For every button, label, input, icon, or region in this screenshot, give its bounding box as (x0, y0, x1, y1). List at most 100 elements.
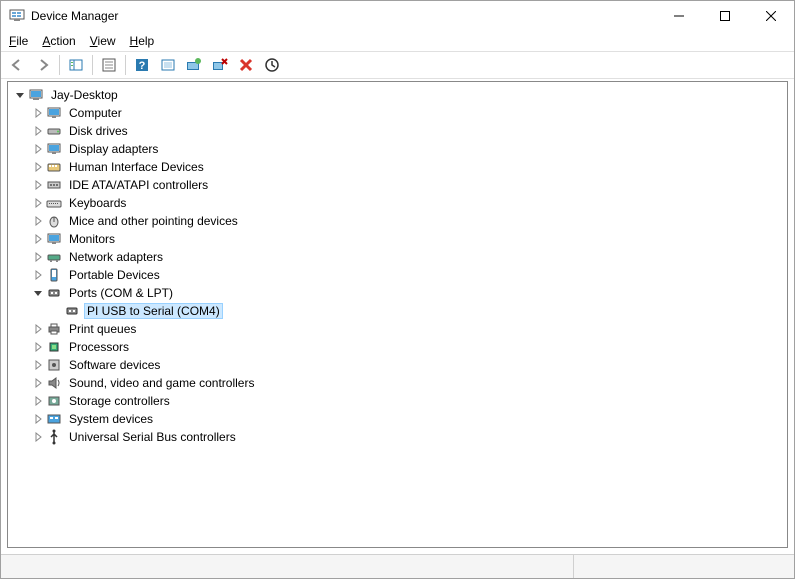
tree-category-6[interactable]: Mice and other pointing devices (8, 212, 787, 230)
minimize-button[interactable] (656, 1, 702, 31)
expand-arrow[interactable] (30, 393, 46, 409)
help-button[interactable]: ? (130, 53, 154, 77)
tree-item-label: Storage controllers (66, 393, 173, 409)
mouse-icon (46, 213, 62, 229)
expand-arrow[interactable] (12, 87, 28, 103)
menu-action[interactable]: Action (42, 34, 75, 48)
tree-root[interactable]: Jay-Desktop (8, 86, 787, 104)
tree-item-label: Disk drives (66, 123, 131, 139)
menu-file-rest: ile (16, 34, 28, 48)
cpu-icon (46, 339, 62, 355)
tree-category-12[interactable]: Processors (8, 338, 787, 356)
port-icon (46, 285, 62, 301)
tree-item-label: Human Interface Devices (66, 159, 207, 175)
monitor-icon (46, 141, 62, 157)
window-title: Device Manager (31, 9, 656, 23)
expand-arrow[interactable] (30, 429, 46, 445)
tree-category-3[interactable]: Human Interface Devices (8, 158, 787, 176)
expand-arrow[interactable] (30, 213, 46, 229)
device-tree[interactable]: Jay-DesktopComputerDisk drivesDisplay ad… (7, 81, 788, 548)
window-controls (656, 1, 794, 31)
expand-arrow[interactable] (30, 249, 46, 265)
tree-item-label: Mice and other pointing devices (66, 213, 241, 229)
tree-category-7[interactable]: Monitors (8, 230, 787, 248)
svg-text:?: ? (139, 60, 146, 72)
statusbar-pane-1 (1, 555, 574, 578)
tree-category-16[interactable]: System devices (8, 410, 787, 428)
menu-file[interactable]: File (9, 34, 28, 48)
expand-arrow[interactable] (30, 159, 46, 175)
expand-arrow (48, 303, 64, 319)
update-driver-button[interactable] (182, 53, 206, 77)
tree-item-label: System devices (66, 411, 156, 427)
tree-item-label: Ports (COM & LPT) (66, 285, 176, 301)
maximize-button[interactable] (702, 1, 748, 31)
tree-item-label: Software devices (66, 357, 163, 373)
usb-icon (46, 429, 62, 445)
uninstall-device-button[interactable] (208, 53, 232, 77)
tree-item-label: Network adapters (66, 249, 166, 265)
tree-category-15[interactable]: Storage controllers (8, 392, 787, 410)
tree-category-14[interactable]: Sound, video and game controllers (8, 374, 787, 392)
tree-device-10-0[interactable]: PI USB to Serial (COM4) (8, 302, 787, 320)
tree-item-label: Processors (66, 339, 132, 355)
expand-arrow[interactable] (30, 123, 46, 139)
toolbar: ? (1, 51, 794, 79)
keyboard-icon (46, 195, 62, 211)
tree-category-10[interactable]: Ports (COM & LPT) (8, 284, 787, 302)
expand-arrow[interactable] (30, 105, 46, 121)
expand-arrow[interactable] (30, 177, 46, 193)
expand-arrow[interactable] (30, 195, 46, 211)
menu-help[interactable]: Help (130, 34, 155, 48)
titlebar: Device Manager (1, 1, 794, 31)
expand-arrow[interactable] (30, 411, 46, 427)
disk-icon (46, 123, 62, 139)
menu-view[interactable]: View (90, 34, 116, 48)
storage-icon (46, 393, 62, 409)
tree-category-17[interactable]: Universal Serial Bus controllers (8, 428, 787, 446)
expand-arrow[interactable] (30, 375, 46, 391)
forward-button[interactable] (31, 53, 55, 77)
software-icon (46, 357, 62, 373)
tree-category-9[interactable]: Portable Devices (8, 266, 787, 284)
tree-item-label: Jay-Desktop (48, 87, 121, 103)
printer-icon (46, 321, 62, 337)
tree-category-4[interactable]: IDE ATA/ATAPI controllers (8, 176, 787, 194)
system-icon (46, 411, 62, 427)
tree-item-label: Universal Serial Bus controllers (66, 429, 239, 445)
show-hide-tree-button[interactable] (64, 53, 88, 77)
tree-category-13[interactable]: Software devices (8, 356, 787, 374)
expand-arrow[interactable] (30, 321, 46, 337)
expand-arrow[interactable] (30, 267, 46, 283)
tree-category-8[interactable]: Network adapters (8, 248, 787, 266)
tree-item-label: PI USB to Serial (COM4) (84, 303, 223, 319)
expand-arrow[interactable] (30, 231, 46, 247)
tree-item-label: IDE ATA/ATAPI controllers (66, 177, 211, 193)
tree-item-label: Monitors (66, 231, 118, 247)
menu-help-rest: elp (138, 34, 154, 48)
tree-category-0[interactable]: Computer (8, 104, 787, 122)
tree-category-2[interactable]: Display adapters (8, 140, 787, 158)
tree-category-11[interactable]: Print queues (8, 320, 787, 338)
scan-hardware-button[interactable] (156, 53, 180, 77)
expand-arrow[interactable] (30, 339, 46, 355)
tree-item-label: Portable Devices (66, 267, 163, 283)
expand-arrow[interactable] (30, 285, 46, 301)
expand-arrow[interactable] (30, 141, 46, 157)
port-icon (64, 303, 80, 319)
enable-device-button[interactable] (260, 53, 284, 77)
sound-icon (46, 375, 62, 391)
computer-icon (28, 87, 44, 103)
expand-arrow[interactable] (30, 357, 46, 373)
tree-category-1[interactable]: Disk drives (8, 122, 787, 140)
menu-action-rest: ction (50, 34, 75, 48)
network-icon (46, 249, 62, 265)
portable-icon (46, 267, 62, 283)
tree-category-5[interactable]: Keyboards (8, 194, 787, 212)
properties-button[interactable] (97, 53, 121, 77)
tree-item-label: Keyboards (66, 195, 129, 211)
statusbar (1, 554, 794, 578)
back-button[interactable] (5, 53, 29, 77)
disable-device-button[interactable] (234, 53, 258, 77)
close-button[interactable] (748, 1, 794, 31)
